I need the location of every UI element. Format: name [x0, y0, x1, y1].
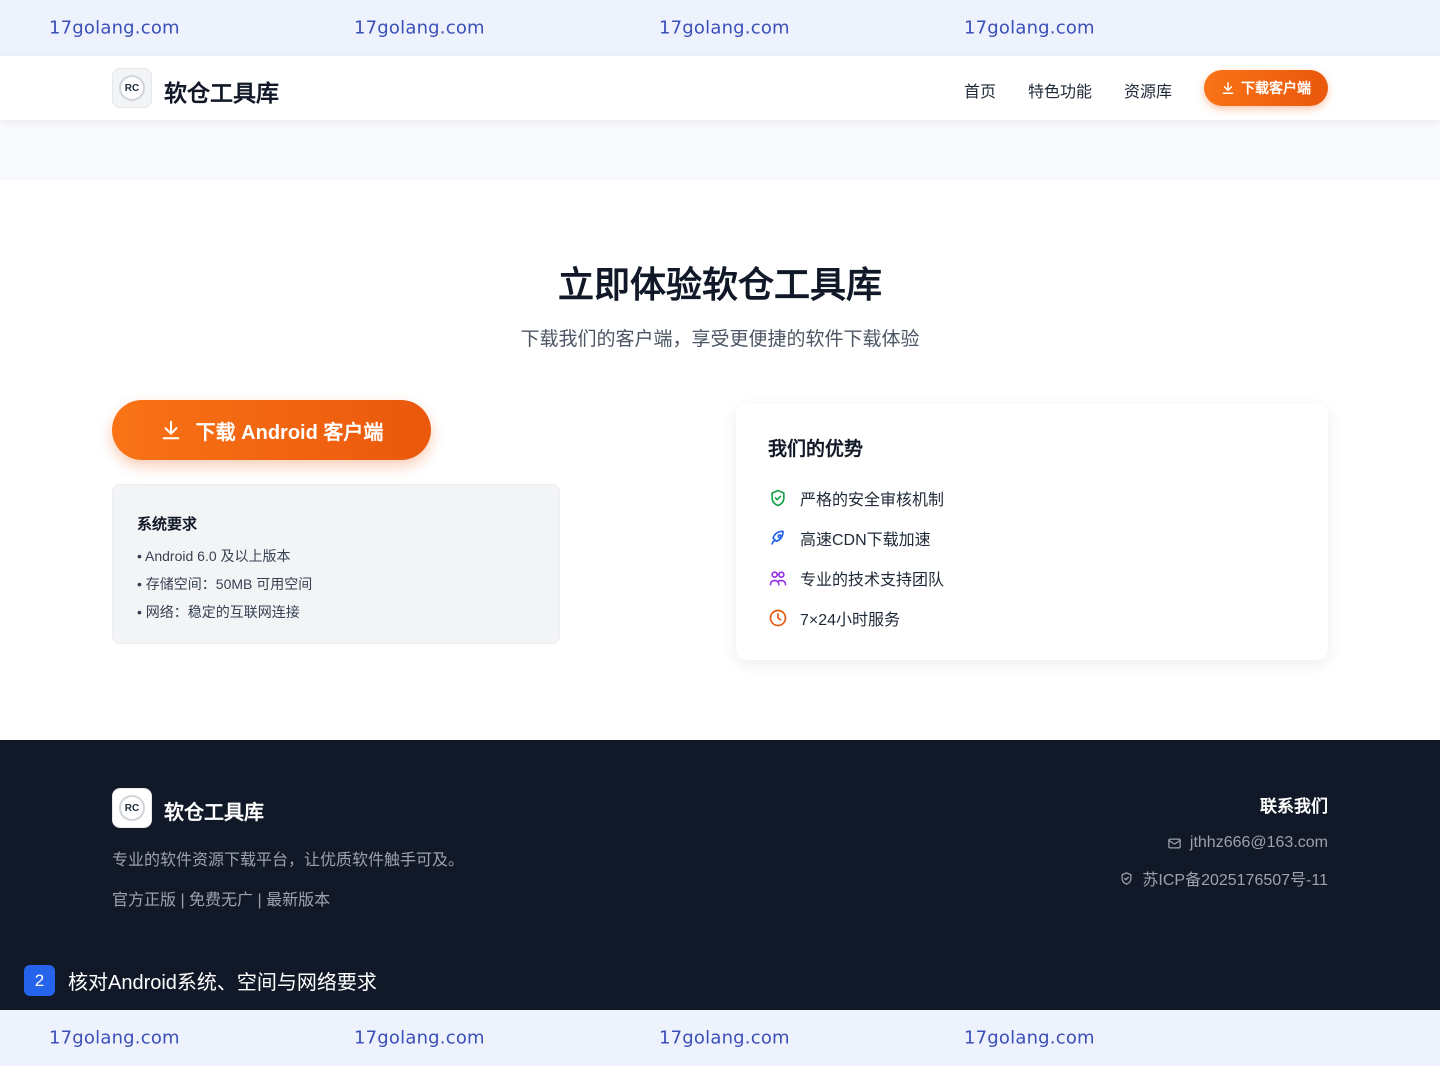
logo[interactable]: RC: [112, 68, 152, 108]
advantage-label: 严格的安全审核机制: [800, 492, 945, 509]
clock-icon: [769, 609, 787, 627]
watermark-bar-bottom: 17golang.com 17golang.com 17golang.com 1…: [0, 1010, 1440, 1066]
contact-email[interactable]: jthhz666@163.com: [1167, 834, 1328, 852]
advantage-item: 专业的技术支持团队: [768, 566, 944, 590]
nav-features[interactable]: 特色功能: [1028, 78, 1092, 102]
advantage-label: 7×24小时服务: [800, 612, 901, 629]
step-text: 核对Android系统、空间与网络要求: [68, 972, 377, 994]
contact-email-text: jthhz666@163.com: [1189, 834, 1328, 851]
watermark-bar-top: 17golang.com 17golang.com 17golang.com 1…: [0, 0, 1440, 56]
download-icon: [162, 420, 179, 440]
footer-tags: 官方正版 | 免费无广 | 最新版本: [112, 892, 331, 909]
shield-check-icon: [771, 489, 785, 507]
requirement-item: • 网络：稳定的互联网连接: [137, 604, 300, 620]
requirement-item: • 存储空间：50MB 可用空间: [137, 576, 313, 592]
contact-icp[interactable]: 苏ICP备2025176507号-11: [1119, 866, 1328, 890]
watermark-text: 17golang.com: [659, 17, 790, 39]
page-subtitle: 下载我们的客户端，享受更便捷的软件下载体验: [520, 329, 920, 350]
watermark-text: 17golang.com: [964, 1027, 1095, 1049]
footer-logo[interactable]: RC: [112, 788, 152, 828]
requirements-title: 系统要求: [137, 516, 198, 533]
download-icon: [1222, 82, 1234, 94]
logo-badge: RC: [119, 75, 145, 101]
nav-home[interactable]: 首页: [964, 78, 996, 102]
mail-icon: [1168, 838, 1181, 848]
requirement-item: • Android 6.0 及以上版本: [137, 548, 291, 564]
download-client-label: 下载客户端: [1241, 80, 1311, 96]
system-requirements-card: 系统要求 • Android 6.0 及以上版本 • 存储空间：50MB 可用空…: [112, 484, 560, 644]
top-navbar: RC 软仓工具库 首页 特色功能 资源库 下载客户端: [0, 56, 1440, 120]
advantage-label: 高速CDN下载加速: [800, 532, 931, 549]
brand-name[interactable]: 软仓工具库: [164, 74, 279, 108]
shield-icon: [1121, 871, 1132, 885]
footer-description: 专业的软件资源下载平台，让优质软件触手可及。: [112, 852, 465, 869]
logo-text: RC: [124, 802, 140, 814]
nav-resources[interactable]: 资源库: [1124, 78, 1172, 102]
contact-title: 联系我们: [1260, 797, 1328, 816]
hero-strip: [0, 120, 1440, 180]
icp-text: 苏ICP备2025176507号-11: [1142, 872, 1328, 889]
advantage-item: 7×24小时服务: [768, 606, 900, 630]
users-icon: [769, 571, 787, 586]
watermark-text: 17golang.com: [49, 17, 180, 39]
logo-badge: RC: [119, 795, 145, 821]
advantage-item: 高速CDN下载加速: [768, 526, 931, 550]
page-title: 立即体验软仓工具库: [557, 264, 882, 305]
download-client-button[interactable]: 下载客户端: [1204, 70, 1328, 106]
footer-brand-name: 软仓工具库: [164, 802, 264, 824]
download-android-label: 下载 Android 客户端: [195, 421, 384, 444]
watermark-text: 17golang.com: [354, 17, 485, 39]
advantages-title: 我们的优势: [768, 439, 864, 460]
rocket-icon: [771, 530, 784, 545]
advantage-item: 严格的安全审核机制: [768, 486, 944, 510]
advantage-label: 专业的技术支持团队: [800, 572, 945, 589]
step-badge: 2: [24, 965, 55, 996]
watermark-text: 17golang.com: [964, 17, 1095, 39]
download-android-button[interactable]: 下载 Android 客户端: [112, 400, 431, 460]
logo-text: RC: [124, 82, 140, 94]
watermark-text: 17golang.com: [659, 1027, 790, 1049]
watermark-text: 17golang.com: [49, 1027, 180, 1049]
advantages-card: 我们的优势 严格的安全审核机制 高速CDN下载加速 专业的技术支持团队 7×24…: [736, 404, 1328, 660]
watermark-text: 17golang.com: [354, 1027, 485, 1049]
